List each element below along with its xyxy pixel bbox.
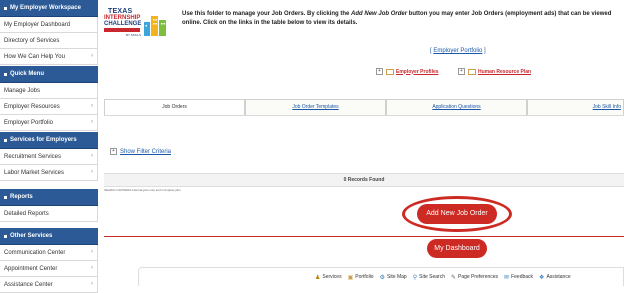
tab-job-orders[interactable]: Job Orders — [104, 99, 245, 115]
sidebar-item-employer-resources[interactable]: Employer Resources › — [0, 99, 98, 115]
intro-text: Use this folder to manage your Job Order… — [182, 11, 612, 26]
tab-application-questions[interactable]: Application Questions — [386, 99, 527, 115]
chevron-right-icon: › — [91, 119, 93, 125]
search-icon: ⚲ — [412, 274, 418, 281]
services-icon: ♟ — [315, 274, 321, 281]
sidebar-item-appointment[interactable]: Appointment Center › — [0, 261, 98, 277]
bullet-icon — [4, 234, 7, 238]
logo-stripe — [104, 28, 140, 32]
sidebar-item-assistance[interactable]: Assistance Center › — [0, 277, 98, 293]
search-criteria-text: SEARCH CRITERIA:Internal jobs only and C… — [104, 188, 181, 192]
sidebar-header-services[interactable]: Services for Employers — [0, 132, 98, 149]
expand-icon: + — [376, 68, 383, 75]
sidebar-item-directory[interactable]: Directory of Services — [0, 33, 98, 49]
sidebar-header-quick-menu[interactable]: Quick Menu — [0, 66, 98, 83]
employer-profiles-link[interactable]: + Employer Profiles — [376, 68, 439, 75]
show-filter-criteria[interactable]: + Show Filter Criteria — [110, 148, 171, 155]
folder-icon — [386, 68, 394, 75]
divider — [104, 236, 624, 237]
buildings-icon — [144, 16, 166, 36]
chevron-right-icon: › — [91, 281, 93, 287]
sidebar-item-detailed-reports[interactable]: Detailed Reports — [0, 206, 98, 222]
records-found-bar: 0 Records Found — [104, 173, 624, 187]
footer-services[interactable]: ♟ Services — [315, 274, 342, 281]
tab-job-skill-info[interactable]: Job Skill Info — [527, 99, 624, 115]
expand-icon: + — [458, 68, 465, 75]
sidebar-item-labor-market[interactable]: Labor Market Services › — [0, 165, 98, 181]
hr-plan-link[interactable]: + Human Resource Plan — [458, 68, 531, 75]
sidebar-header-other-services[interactable]: Other Services — [0, 228, 98, 245]
bullet-icon — [4, 195, 7, 199]
bullet-icon — [4, 6, 7, 10]
footer-site-map[interactable]: ⚙ Site Map — [380, 274, 407, 281]
footer-assistance[interactable]: ❖ Assistance — [539, 274, 571, 281]
assistance-icon: ❖ — [539, 274, 545, 281]
sidebar: My Employer Workspace My Employer Dashbo… — [0, 0, 98, 293]
my-dashboard-button[interactable]: My Dashboard — [427, 239, 487, 258]
chevron-right-icon: › — [91, 169, 93, 175]
footer-feedback[interactable]: ✉ Feedback — [504, 274, 533, 281]
sidebar-item-communication[interactable]: Communication Center › — [0, 245, 98, 261]
tab-job-order-templates[interactable]: Job Order Templates — [245, 99, 386, 115]
bullet-icon — [4, 72, 7, 76]
sidebar-item-dashboard[interactable]: My Employer Dashboard — [0, 17, 98, 33]
sidebar-item-recruitment[interactable]: Recruitment Services › — [0, 149, 98, 165]
sitemap-icon: ⚙ — [379, 274, 385, 281]
chevron-right-icon: › — [91, 53, 93, 59]
footer-page-preferences[interactable]: ✎ Page Preferences — [451, 274, 498, 281]
add-new-job-order-button[interactable]: Add New Job Order — [417, 204, 497, 224]
footer-site-search[interactable]: ⚲ Site Search — [413, 274, 445, 281]
folder-icon — [468, 68, 476, 75]
footer-bar: ♟ Services ▣ Portfolio ⚙ Site Map ⚲ Site Sea… — [138, 267, 624, 286]
sidebar-item-help[interactable]: How We Can Help You › — [0, 49, 98, 65]
sidebar-header-reports[interactable]: Reports — [0, 189, 98, 206]
chevron-right-icon: › — [91, 249, 93, 255]
sidebar-item-employer-portfolio[interactable]: Employer Portfolio › — [0, 115, 98, 131]
feedback-icon: ✉ — [504, 274, 510, 281]
chevron-right-icon: › — [91, 153, 93, 159]
texas-internship-logo: TEXAS INTERNSHIP CHALLENGE BY SKILLS — [104, 8, 170, 38]
bullet-icon — [4, 138, 7, 142]
footer-portfolio[interactable]: ▣ Portfolio — [348, 274, 374, 281]
portfolio-icon: ▣ — [347, 274, 354, 281]
sidebar-header-workspace[interactable]: My Employer Workspace — [0, 0, 98, 17]
employer-portfolio-link[interactable]: [ Employer Portfolio ] — [430, 48, 486, 54]
preferences-icon: ✎ — [450, 274, 457, 281]
expand-icon: + — [110, 148, 117, 155]
sidebar-item-manage-jobs[interactable]: Manage Jobs — [0, 83, 98, 99]
chevron-right-icon: › — [91, 103, 93, 109]
job-tabs: Job Orders Job Order Templates Applicati… — [104, 99, 624, 115]
divider — [104, 115, 624, 116]
chevron-right-icon: › — [91, 265, 93, 271]
